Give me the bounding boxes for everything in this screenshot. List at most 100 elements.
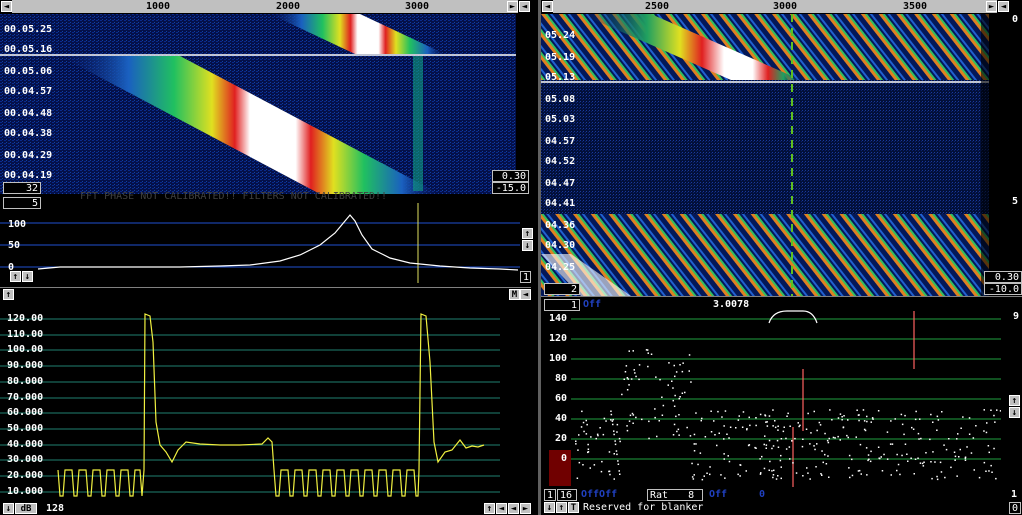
left-avg-box[interactable]: 32 [3,182,41,194]
scatter-point [921,462,924,465]
right-footer-value-b[interactable]: 0 [1009,502,1021,514]
scatter-point [728,437,730,439]
scatter-point [810,432,812,434]
scatter-point [577,449,579,451]
right-frequency-axis[interactable]: 2500 3000 3500 [553,0,997,13]
right-left-box[interactable]: 2 [544,283,580,295]
left-spectrum-graph[interactable] [0,203,520,283]
left-offset-box[interactable]: -15.0 [492,182,529,194]
blanker-footer-text: Reserved for blanker [583,502,704,513]
left-spectrum-right-box[interactable]: 1 [520,271,531,283]
left-axis-tick-2000: 2000 [276,1,301,12]
scatter-point [904,414,906,417]
scatter-point [839,413,842,415]
scatter-point [628,350,630,352]
left-frequency-axis[interactable]: 1000 2000 3000 [12,0,518,13]
right-gain-box[interactable]: 0.30 [984,271,1022,283]
right-graph-down-arrow-button[interactable]: ↓ [1009,407,1020,418]
right-offset-box[interactable]: -10.0 [984,283,1022,295]
right-bottom-box-b[interactable]: 16 [557,489,577,501]
baseband-up-arrow-button[interactable]: ↑ [3,289,14,300]
right-time-label: 05.19 [545,52,576,63]
scatter-point [693,443,695,445]
scatter-point [704,436,707,438]
scatter-point [647,365,649,368]
right-footer-down-button[interactable]: ↓ [544,502,555,513]
baseband-y-label: 100.00 [7,344,44,355]
baseband-bottom-far-button[interactable]: ► [520,503,531,514]
scatter-point [677,428,680,431]
right-bottom-box-a[interactable]: 1 [544,489,556,501]
rat-box[interactable]: Rat 8 [647,489,703,501]
left-spectrum-y-label: 100 [8,219,27,230]
right-time-label: 05.24 [545,30,576,41]
left-axis-left-arrow-button[interactable]: ◄ [1,1,12,12]
right-axis-right-arrow-button[interactable]: ► [986,1,997,12]
scatter-point [975,425,977,427]
scatter-point [783,426,785,428]
right-waterfall-image[interactable] [541,14,989,296]
left-axis-right-arrow-button[interactable]: ► [507,1,518,12]
scatter-point [769,460,771,463]
scatter-point [834,437,836,439]
scatter-point [869,460,872,463]
scatter-point [993,414,995,417]
scatter-point [673,423,676,426]
scatter-point [847,419,849,421]
right-axis-left-arrow-button[interactable]: ◄ [542,1,553,12]
scatter-point [990,409,992,411]
left-spectrum-down-small-button[interactable]: ↓ [22,271,33,282]
scatter-point [658,420,660,422]
scatter-point [618,470,620,472]
scatter-point [966,446,968,448]
right-footer-up-button[interactable]: ↑ [556,502,567,513]
scatter-point [827,455,829,457]
baseband-bottom-up-button[interactable]: ↑ [484,503,495,514]
right-axis-far-arrow-button[interactable]: ◄ [998,1,1009,12]
scatter-point [613,478,615,480]
off2-value[interactable]: 0 [759,489,765,500]
scatter-point [759,473,762,475]
offoff-label[interactable]: OffOff [581,489,617,500]
scatter-point [993,447,995,450]
scatter-point [681,392,684,394]
scatter-point [991,471,993,473]
scatter-point [667,384,669,386]
baseband-m-button[interactable]: M [509,289,520,300]
scatter-point [886,431,889,433]
scatter-point [939,461,942,464]
scatter-point [754,446,756,449]
scatter-point [780,466,782,468]
scatter-point [616,423,619,426]
right-footer-t-button[interactable]: T [568,502,579,513]
baseband-down-arrow-button[interactable]: ↓ [3,503,14,514]
left-spectrum-up-arrow-button[interactable]: ↑ [522,228,533,239]
scatter-point [897,463,900,466]
scatter-point [827,441,830,444]
baseband-bottom-right-button[interactable]: ◄ [508,503,519,514]
left-waterfall-image[interactable] [0,14,516,194]
scatter-point [959,448,961,451]
scatter-point [635,375,637,378]
scatter-point [632,350,634,352]
scatter-point [671,380,673,382]
scatter-point [815,466,817,468]
left-spectrum-down-arrow-button[interactable]: ↓ [522,240,533,251]
baseband-graph[interactable] [0,302,500,502]
scatter-point [774,420,776,422]
scatter-point [609,473,611,476]
baseband-db-button[interactable]: dB [15,503,37,514]
scatter-point [889,443,892,445]
scatter-point [821,474,823,476]
off2-label[interactable]: Off [709,489,727,500]
scatter-point [787,412,789,415]
right-graph-right-value: 9 [1013,311,1020,322]
baseband-bottom-left-button[interactable]: ◄ [496,503,507,514]
right-graph-plot[interactable] [541,309,1001,497]
left-axis-far-right-arrow-button[interactable]: ◄ [519,1,530,12]
baseband-left-arrow-button[interactable]: ◄ [520,289,531,300]
left-spectrum-up-small-button[interactable]: ↑ [10,271,21,282]
right-graph-up-arrow-button[interactable]: ↑ [1009,395,1020,406]
left-gain-box[interactable]: 0.30 [492,170,529,182]
scatter-point [860,473,862,475]
